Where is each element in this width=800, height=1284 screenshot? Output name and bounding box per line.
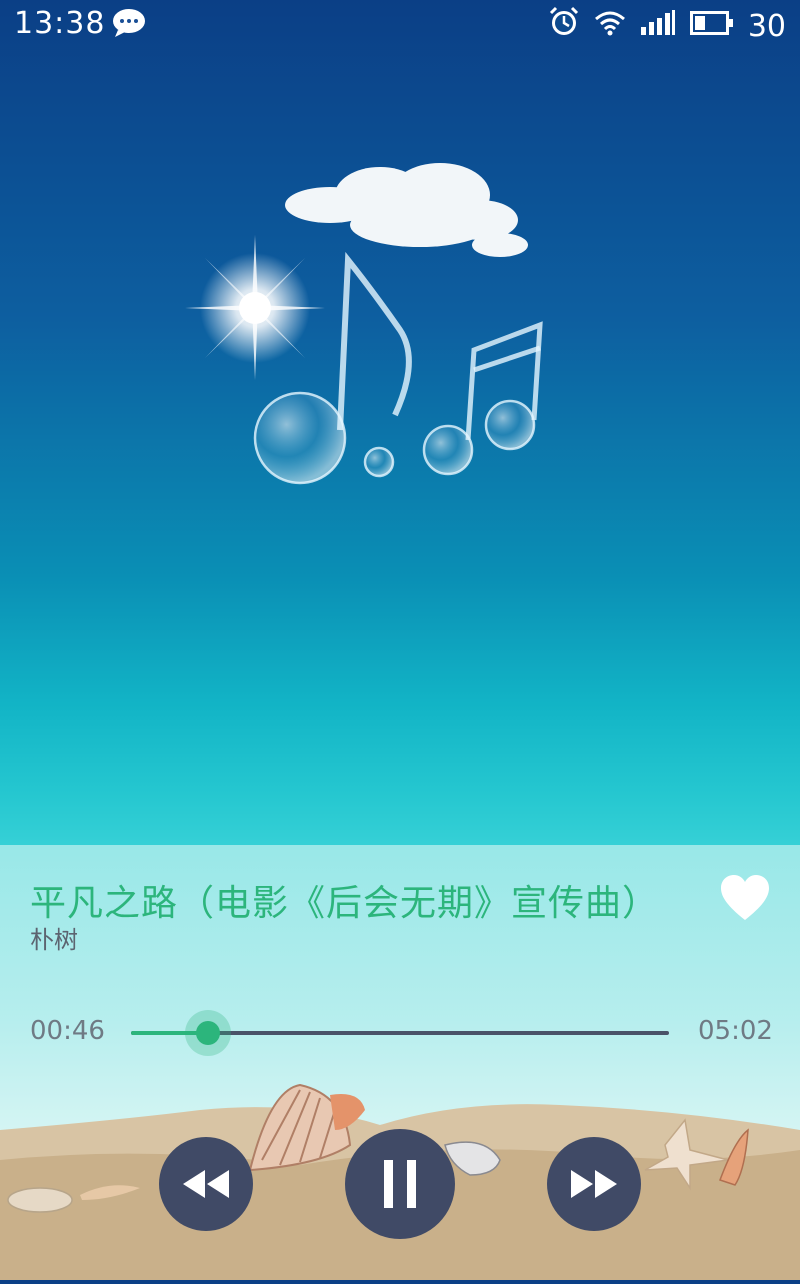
status-icons: 30 (548, 6, 786, 46)
total-time: 05:02 (698, 1016, 773, 1046)
status-bar: 13:38 30 (0, 0, 800, 50)
artist-name: 朴树 (30, 926, 78, 954)
previous-button[interactable] (159, 1137, 253, 1231)
cloud-icon (285, 163, 528, 257)
wifi-icon (594, 9, 626, 44)
song-title: 平凡之路（电影《后会无期》宣传曲） (30, 883, 660, 924)
fast-forward-icon (571, 1170, 617, 1198)
current-time: 00:46 (30, 1016, 105, 1046)
message-icon (112, 8, 146, 46)
alarm-icon (548, 6, 580, 46)
play-pause-button[interactable] (345, 1129, 455, 1239)
battery-percent: 30 (747, 8, 786, 44)
heart-icon (721, 875, 769, 920)
next-button[interactable] (547, 1137, 641, 1231)
pause-icon (384, 1160, 416, 1208)
rewind-icon (183, 1170, 229, 1198)
status-time: 13:38 (14, 6, 106, 41)
seek-bar[interactable] (131, 1010, 669, 1056)
seek-thumb[interactable] (195, 1021, 220, 1045)
battery-icon (689, 9, 734, 44)
favorite-button[interactable] (718, 872, 772, 926)
signal-icon (640, 9, 676, 44)
album-artwork (0, 60, 800, 700)
sun-icon (185, 235, 325, 380)
